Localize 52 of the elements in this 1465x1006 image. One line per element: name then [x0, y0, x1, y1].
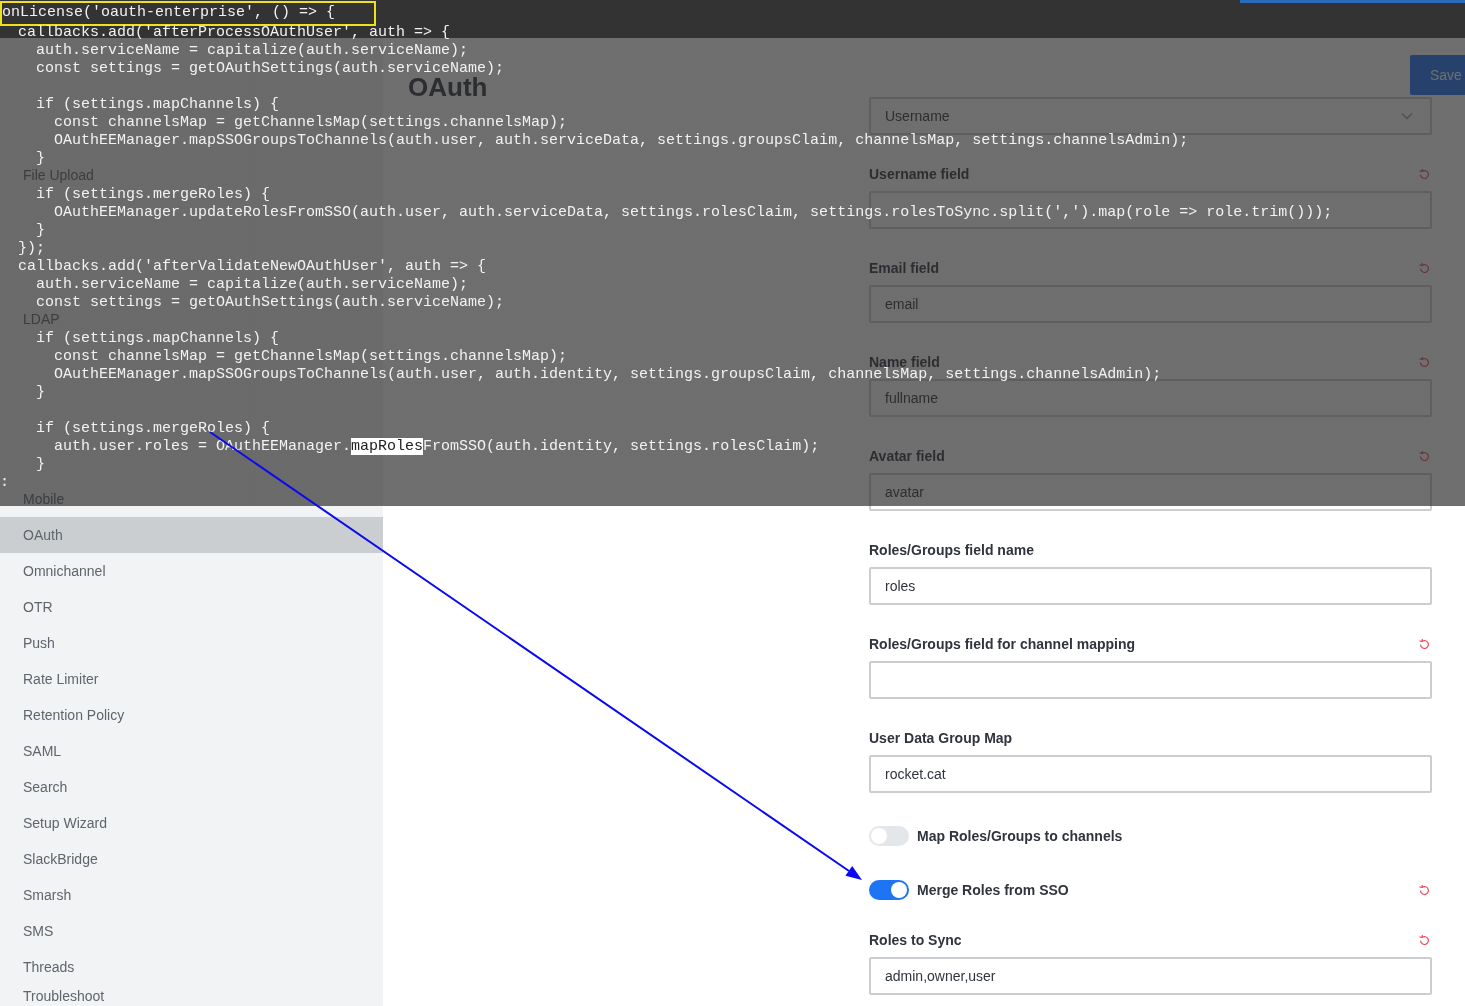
sidebar-item[interactable]: Smarsh [23, 885, 72, 905]
code-line: } [36, 224, 45, 238]
sidebar-item[interactable]: SAML [23, 741, 62, 761]
sidebar-item[interactable]: Omnichannel [23, 561, 106, 581]
code-line: auth.serviceName = capitalize(auth.serviceName); [36, 278, 469, 292]
code-line: auth.serviceName = capitalize(auth.serviceName); [36, 44, 469, 58]
code-line: if (settings.mapChannels) { [36, 332, 280, 346]
sidebar-item[interactable]: Push [23, 633, 55, 653]
reset-icon[interactable] [1419, 884, 1430, 896]
sidebar-item[interactable]: SlackBridge [23, 849, 98, 869]
input-field[interactable]: rocket.cat [869, 755, 1432, 793]
field-label: Roles to Sync [869, 931, 962, 950]
code-line: if (settings.mergeRoles) { [36, 422, 271, 436]
sidebar-item[interactable]: SMS [23, 921, 54, 941]
field-label: User Data Group Map [869, 729, 1013, 748]
code-line: : [0, 476, 9, 490]
reset-icon[interactable] [1419, 934, 1430, 946]
sidebar-item[interactable]: Setup Wizard [23, 813, 108, 833]
field-label: Roles/Groups field name [869, 541, 1034, 560]
input-field[interactable] [869, 661, 1432, 699]
field-label: Avatar field [869, 447, 945, 466]
sidebar-item[interactable]: Troubleshoot [23, 986, 105, 1006]
code-line: OAuthEEManager.mapSSOGroupsToChannels(auth.user, auth.identity, settings.groupsClaim, channelsMap, settings.channelsAdmin); [54, 368, 1162, 382]
code-line: callbacks.add('afterProcessOAuthUser', auth => { [18, 26, 451, 40]
code-line: } [36, 386, 45, 400]
sidebar-item[interactable]: Search [23, 777, 68, 797]
sidebar-item[interactable]: OAuth [0, 517, 383, 553]
input-field[interactable]: admin,owner,user [869, 957, 1432, 995]
code-line: } [36, 458, 45, 472]
sidebar-item[interactable]: Rate Limiter [23, 669, 99, 689]
field-label: Roles/Groups field for channel mapping [869, 635, 1136, 654]
code-line: OAuthEEManager.mapSSOGroupsToChannels(auth.user, auth.serviceData, settings.groupsClaim, channelsMap, settings.channelsAdmin); [54, 134, 1189, 148]
toggle-label: Merge Roles from SSO [917, 882, 1069, 898]
code-line: if (settings.mergeRoles) { [36, 188, 271, 202]
code-line: }); [18, 242, 45, 256]
code-line: const channelsMap = getChannelsMap(settings.channelsMap); [54, 350, 568, 364]
code-line: OAuthEEManager.updateRolesFromSSO(auth.user, auth.serviceData, settings.rolesClaim, settings.rolesToSync.split(',').map(role => role.trim())); [54, 206, 1333, 220]
toggle-label: Map Roles/Groups to channels [917, 828, 1123, 844]
input-field[interactable]: roles [869, 567, 1432, 605]
sidebar-item[interactable]: Retention Policy [23, 705, 125, 725]
toggle-switch[interactable] [869, 880, 909, 900]
field-label: Username field [869, 165, 970, 184]
code-line: const channelsMap = getChannelsMap(settings.channelsMap); [54, 116, 568, 130]
code-line: const settings = getOAuthSettings(auth.serviceName); [36, 62, 505, 76]
sidebar-item[interactable]: Threads [23, 957, 75, 977]
code-line: if (settings.mapChannels) { [36, 98, 280, 112]
code-line: const settings = getOAuthSettings(auth.serviceName); [36, 296, 505, 310]
sidebar-item[interactable]: OTR [23, 597, 53, 617]
code-line: } [36, 152, 45, 166]
field-label: Email field [869, 259, 940, 278]
code-line: callbacks.add('afterValidateNewOAuthUser', auth => { [18, 260, 487, 274]
reset-icon[interactable] [1419, 638, 1430, 650]
